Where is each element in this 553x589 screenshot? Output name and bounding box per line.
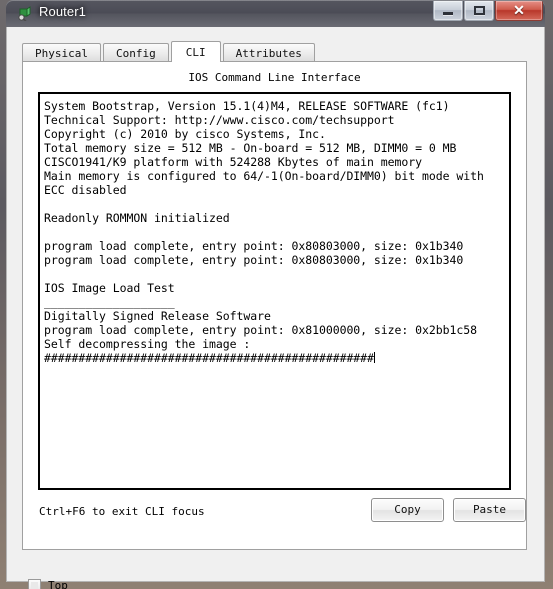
paste-button[interactable]: Paste — [453, 498, 526, 522]
cli-terminal[interactable]: System Bootstrap, Version 15.1(4)M4, REL… — [38, 92, 511, 490]
minimize-icon — [443, 12, 453, 15]
router-device-icon — [17, 5, 33, 22]
close-icon: ✕ — [513, 2, 525, 18]
tab-cli[interactable]: CLI — [170, 41, 221, 62]
top-checkbox-label: Top — [48, 579, 68, 589]
maximize-button[interactable] — [464, 1, 494, 21]
tab-config[interactable]: Config — [102, 43, 169, 62]
close-button[interactable]: ✕ — [495, 1, 543, 21]
copy-button[interactable]: Copy — [371, 498, 444, 522]
tab-strip: Physical Config CLI Attributes — [22, 41, 527, 62]
minimize-button[interactable] — [433, 1, 463, 21]
cli-console-output: System Bootstrap, Version 15.1(4)M4, REL… — [40, 94, 509, 365]
window-titlebar[interactable]: Router1 ✕ — [6, 0, 545, 27]
window-title: Router1 — [39, 4, 86, 19]
cli-text-caret — [373, 352, 375, 363]
maximize-icon — [474, 6, 485, 15]
window-client-area: Physical Config CLI Attributes IOS Comma… — [6, 27, 545, 589]
cli-console-text: System Bootstrap, Version 15.1(4)M4, REL… — [44, 99, 484, 365]
desktop-background: Router1 ✕ Physical Config CLI Attributes… — [0, 0, 553, 589]
tab-physical[interactable]: Physical — [22, 43, 101, 62]
cli-heading: IOS Command Line Interface — [188, 71, 361, 84]
tab-content-cli: IOS Command Line Interface System Bootst… — [22, 61, 527, 550]
router-properties-window: Router1 ✕ Physical Config CLI Attributes… — [0, 0, 553, 589]
tab-attributes[interactable]: Attributes — [222, 43, 315, 62]
window-controls: ✕ — [432, 1, 543, 21]
top-checkbox-row: Top — [28, 579, 68, 589]
device-tab-panel: Physical Config CLI Attributes IOS Comma… — [22, 41, 527, 551]
cli-focus-hint: Ctrl+F6 to exit CLI focus — [39, 505, 205, 518]
top-checkbox[interactable] — [28, 579, 41, 589]
